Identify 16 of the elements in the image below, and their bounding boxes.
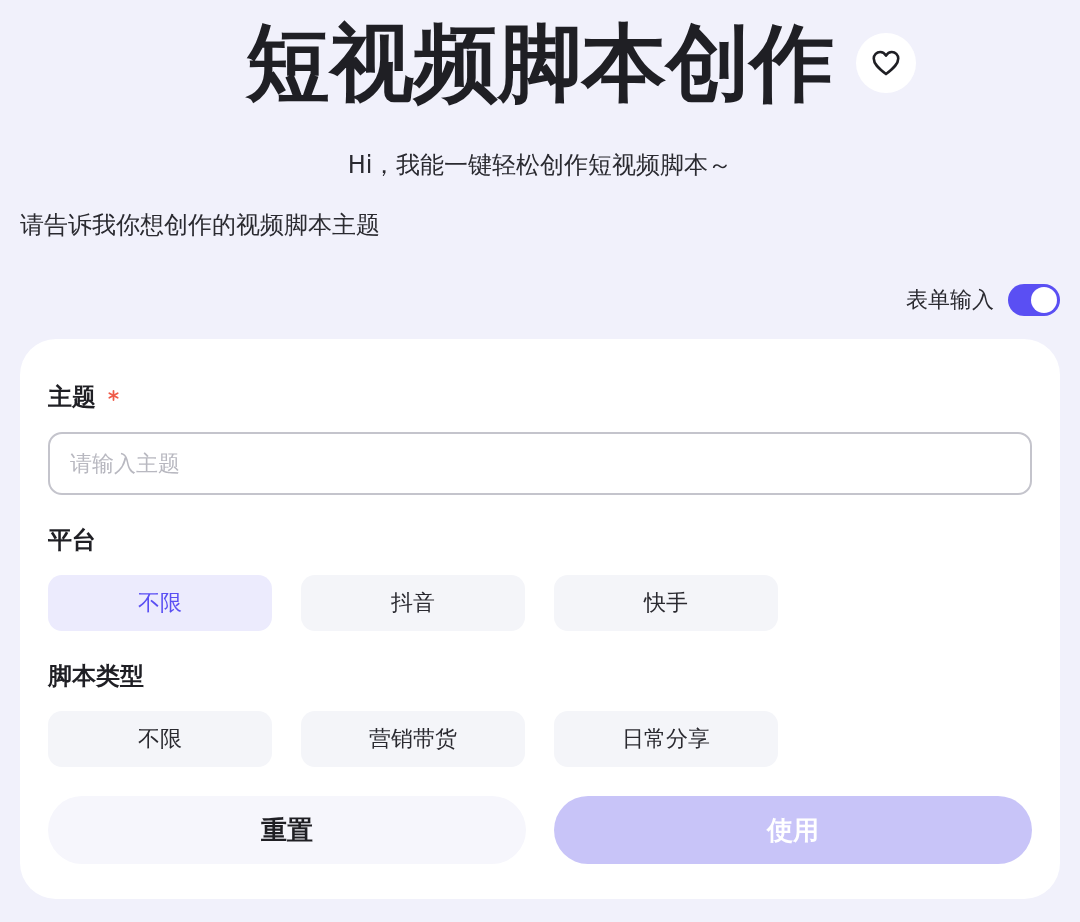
- script-type-option[interactable]: 营销带货: [301, 711, 525, 767]
- script-type-option[interactable]: 不限: [48, 711, 272, 767]
- form-input-toggle[interactable]: [1008, 284, 1060, 316]
- topic-label: 主题: [48, 382, 96, 413]
- platform-option[interactable]: 快手: [554, 575, 778, 631]
- prompt-text: 请告诉我你想创作的视频脚本主题: [20, 210, 381, 241]
- page-title: 短视频脚本创作: [246, 20, 834, 106]
- topic-input[interactable]: 请输入主题: [48, 432, 1032, 495]
- greeting-text: Hi，我能一键轻松创作短视频脚本～: [346, 150, 734, 181]
- form-input-label: 表单输入: [906, 286, 994, 314]
- script-type-label: 脚本类型: [48, 661, 144, 692]
- platform-label: 平台: [48, 525, 96, 556]
- platform-option[interactable]: 不限: [48, 575, 272, 631]
- reset-button[interactable]: 重置: [48, 796, 526, 864]
- script-type-option[interactable]: 日常分享: [554, 711, 778, 767]
- platform-option[interactable]: 抖音: [301, 575, 525, 631]
